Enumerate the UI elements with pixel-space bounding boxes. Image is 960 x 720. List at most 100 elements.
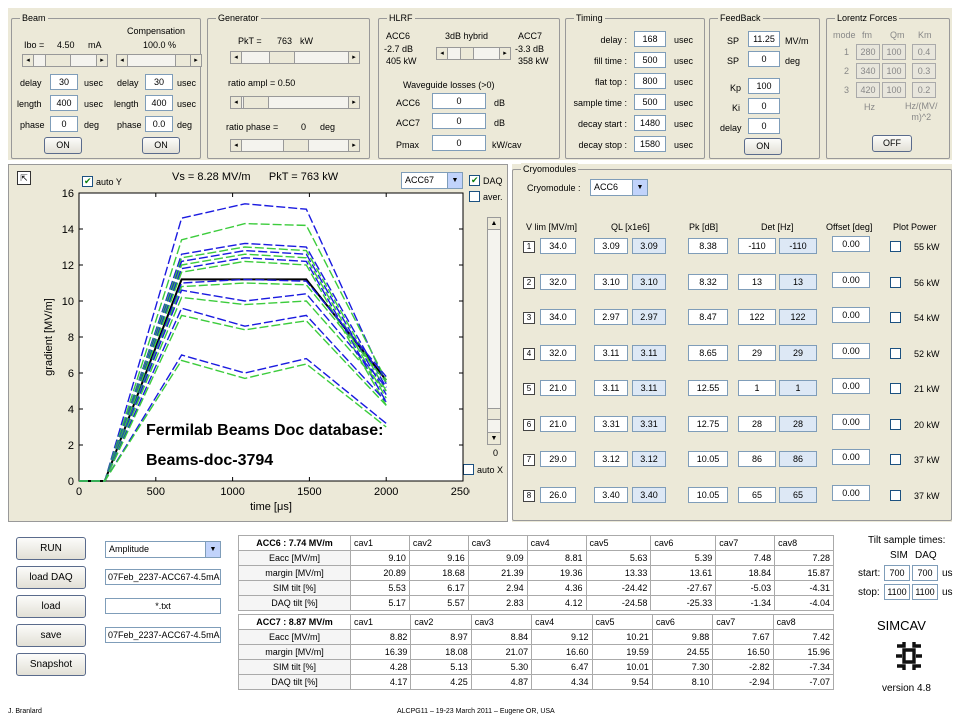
slider-left-icon[interactable]: ◂ xyxy=(231,97,242,108)
ql-input[interactable]: 3.12 xyxy=(594,451,628,467)
vlim-input[interactable]: 26.0 xyxy=(540,486,576,503)
lor-fm-input[interactable]: 340 xyxy=(856,63,880,79)
ratio-phase-slider[interactable]: ◂ ▸ xyxy=(230,139,360,152)
hybrid-slider[interactable]: ◂ ▸ xyxy=(436,47,511,60)
lor-fm-input[interactable]: 420 xyxy=(856,82,880,98)
timing-input[interactable]: 500 xyxy=(634,52,666,68)
run-button[interactable]: RUN xyxy=(16,537,86,560)
offset-input[interactable]: 0.00 xyxy=(832,484,870,501)
timing-input[interactable]: 1580 xyxy=(634,136,666,152)
ql-input[interactable]: 3.11 xyxy=(594,380,628,396)
slider-left-icon[interactable]: ◂ xyxy=(231,140,242,151)
ql-input[interactable]: 3.11 xyxy=(594,344,628,361)
beam-length-input[interactable]: 400 xyxy=(50,95,78,111)
vlim-input[interactable]: 32.0 xyxy=(540,273,576,290)
comp-on-button[interactable]: ON xyxy=(142,137,180,154)
lor-km-input[interactable]: 0.3 xyxy=(912,63,936,79)
timing-input[interactable]: 1480 xyxy=(634,115,666,131)
slider-thumb[interactable] xyxy=(243,97,269,108)
expand-icon[interactable]: ⇱ xyxy=(17,171,31,185)
det-input[interactable]: 29 xyxy=(738,344,776,361)
tilt-stop-sim[interactable]: 1100 xyxy=(884,584,910,600)
save-button[interactable]: save xyxy=(16,624,86,647)
tilt-start-sim[interactable]: 700 xyxy=(884,565,910,581)
ql-input[interactable]: 3.10 xyxy=(594,273,628,290)
det-input[interactable]: 1 xyxy=(738,380,776,396)
ibo-slider[interactable]: ◂ ▸ xyxy=(22,54,108,67)
beam-delay-input[interactable]: 30 xyxy=(50,74,78,90)
offset-input[interactable]: 0.00 xyxy=(832,236,870,252)
vertical-scrollbar[interactable]: ▲ ▼ xyxy=(487,217,501,445)
snapshot-button[interactable]: Snapshot xyxy=(16,653,86,676)
vlim-input[interactable]: 34.0 xyxy=(540,309,576,325)
plot-power-checkbox[interactable] xyxy=(890,489,901,501)
comp-length-input[interactable]: 400 xyxy=(145,95,173,111)
fb-delay-input[interactable]: 0 xyxy=(748,118,780,134)
fb-ki-input[interactable]: 0 xyxy=(748,98,780,114)
plot-power-checkbox[interactable] xyxy=(890,383,901,394)
save-file-input[interactable]: 07Feb_2237-ACC67-4.5mA xyxy=(105,627,221,643)
slider-right-icon[interactable]: ▸ xyxy=(348,140,359,151)
offset-input[interactable]: 0.00 xyxy=(832,378,870,394)
lor-fm-input[interactable]: 280 xyxy=(856,44,880,60)
vlim-input[interactable]: 34.0 xyxy=(540,238,576,254)
pk-input[interactable]: 8.47 xyxy=(688,309,728,325)
pk-input[interactable]: 8.38 xyxy=(688,238,728,254)
lor-qm-input[interactable]: 100 xyxy=(882,44,906,60)
slider-left-icon[interactable]: ◂ xyxy=(117,55,128,66)
plot-power-checkbox[interactable] xyxy=(890,418,901,430)
plot-power-checkbox[interactable] xyxy=(890,312,901,323)
offset-input[interactable]: 0.00 xyxy=(832,271,870,288)
fb-on-button[interactable]: ON xyxy=(744,138,782,155)
det-input[interactable]: 86 xyxy=(738,451,776,467)
pk-input[interactable]: 10.05 xyxy=(688,486,728,503)
lor-km-input[interactable]: 0.4 xyxy=(912,44,936,60)
vlim-input[interactable]: 32.0 xyxy=(540,344,576,361)
aver-checkbox[interactable] xyxy=(469,191,480,202)
fb-sp2-input[interactable]: 0 xyxy=(748,51,780,67)
slider-thumb[interactable] xyxy=(269,52,295,63)
fb-sp1-input[interactable]: 11.25 xyxy=(748,31,780,47)
cryomodule-select[interactable]: ACC6 ▼ xyxy=(590,179,648,196)
beam-on-button[interactable]: ON xyxy=(44,137,82,154)
slider-right-icon[interactable]: ▸ xyxy=(348,97,359,108)
vlim-input[interactable]: 29.0 xyxy=(540,451,576,467)
load-button[interactable]: load xyxy=(16,595,86,618)
beam-phase-input[interactable]: 0 xyxy=(50,116,78,132)
daq-checkbox[interactable]: ✔ xyxy=(469,175,480,186)
plot-power-checkbox[interactable] xyxy=(890,347,901,359)
daq-file-input[interactable]: 07Feb_2237-ACC67-4.5mA xyxy=(105,569,221,585)
slider-left-icon[interactable]: ◂ xyxy=(231,52,242,63)
load-daq-button[interactable]: load DAQ xyxy=(16,566,86,589)
slider-right-icon[interactable]: ▸ xyxy=(499,48,510,59)
slider-thumb[interactable] xyxy=(460,48,474,59)
scroll-thumb[interactable] xyxy=(488,408,500,420)
ql-input[interactable]: 3.31 xyxy=(594,415,628,432)
det-input[interactable]: 28 xyxy=(738,415,776,432)
timing-input[interactable]: 168 xyxy=(634,31,666,47)
offset-input[interactable]: 0.00 xyxy=(832,413,870,430)
det-input[interactable]: 122 xyxy=(738,309,776,325)
slider-thumb[interactable] xyxy=(45,55,71,66)
plot-power-checkbox[interactable] xyxy=(890,454,901,465)
ql-input[interactable]: 3.40 xyxy=(594,486,628,503)
lor-qm-input[interactable]: 100 xyxy=(882,82,906,98)
lor-km-input[interactable]: 0.2 xyxy=(912,82,936,98)
tilt-start-daq[interactable]: 700 xyxy=(912,565,938,581)
slider-right-icon[interactable]: ▸ xyxy=(190,55,201,66)
scroll-down-icon[interactable]: ▼ xyxy=(488,432,500,444)
offset-input[interactable]: 0.00 xyxy=(832,449,870,465)
tilt-stop-daq[interactable]: 1100 xyxy=(912,584,938,600)
vlim-input[interactable]: 21.0 xyxy=(540,380,576,396)
plot-type-select[interactable]: Amplitude ▼ xyxy=(105,541,221,558)
ql-input[interactable]: 2.97 xyxy=(594,309,628,325)
offset-input[interactable]: 0.00 xyxy=(832,307,870,323)
comp-phase-input[interactable]: 0.0 xyxy=(145,116,173,132)
pk-input[interactable]: 12.55 xyxy=(688,380,728,396)
plot-power-checkbox[interactable] xyxy=(890,276,901,288)
comp-delay-input[interactable]: 30 xyxy=(145,74,173,90)
wg-acc7-input[interactable]: 0 xyxy=(432,113,486,129)
timing-input[interactable]: 500 xyxy=(634,94,666,110)
det-input[interactable]: 13 xyxy=(738,273,776,290)
lorentz-off-button[interactable]: OFF xyxy=(872,135,912,152)
